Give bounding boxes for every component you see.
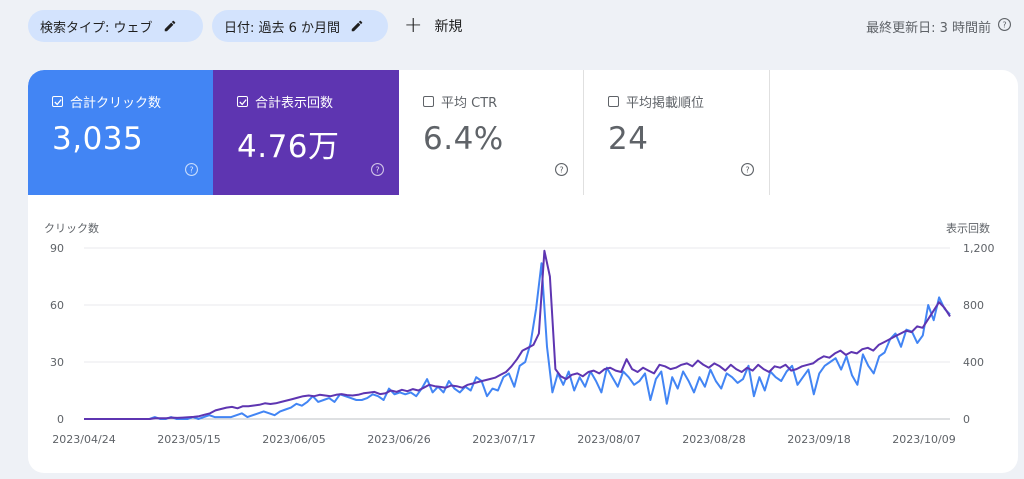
x-tick-label: 2023/04/24: [52, 433, 115, 446]
help-icon[interactable]: ?: [740, 162, 755, 181]
metric-label: 平均掲載順位: [626, 96, 705, 111]
left-tick-label: 0: [57, 413, 64, 426]
svg-text:?: ?: [189, 164, 193, 174]
last-updated: 最終更新日: 3 時間前 ?: [866, 17, 1012, 36]
help-icon[interactable]: ?: [554, 162, 569, 181]
right-tick-label: 1,200: [963, 242, 995, 255]
left-tick-label: 60: [50, 299, 64, 312]
checkbox-icon[interactable]: [237, 96, 248, 107]
metric-label: 平均 CTR: [441, 96, 498, 111]
x-tick-label: 2023/09/18: [787, 433, 850, 446]
metric-value: 3,035: [52, 121, 144, 157]
new-filter-button[interactable]: + 新規: [404, 10, 462, 42]
date-filter-label: 日付: 過去 6 か月間: [224, 20, 341, 36]
x-tick-label: 2023/08/07: [577, 433, 640, 446]
svg-text:?: ?: [745, 164, 749, 174]
metric-value: 24: [608, 121, 649, 157]
pencil-icon: [350, 19, 364, 33]
metric-average-ctr[interactable]: 平均 CTR 6.4% ?: [399, 70, 584, 195]
svg-text:?: ?: [1002, 19, 1006, 29]
metric-label: 合計クリック数: [70, 96, 162, 111]
svg-text:?: ?: [559, 164, 563, 174]
checkbox-icon[interactable]: [608, 96, 619, 107]
performance-chart: クリック数 表示回数 0 0 30 400 60 800 90 1,200 2023/04/24 20…: [28, 210, 1018, 473]
help-icon[interactable]: ?: [370, 162, 385, 181]
metric-total-impressions[interactable]: 合計表示回数 4.76万 ?: [213, 70, 399, 195]
date-filter-chip[interactable]: 日付: 過去 6 か月間: [212, 10, 388, 42]
x-tick-label: 2023/08/28: [682, 433, 745, 446]
performance-card: 合計クリック数 3,035 ? 合計表示回数 4.76万 ? 平均 CTR 6.…: [28, 70, 1018, 473]
left-tick-label: 30: [50, 356, 64, 369]
metric-label: 合計表示回数: [255, 96, 334, 111]
x-tick-label: 2023/10/09: [892, 433, 955, 446]
search-type-filter-chip[interactable]: 検索タイプ: ウェブ: [28, 10, 203, 42]
performance-chart-svg: クリック数 表示回数 0 0 30 400 60 800 90 1,200 2023/04/24 20…: [44, 221, 995, 446]
svg-text:?: ?: [375, 164, 379, 174]
x-tick-label: 2023/07/17: [472, 433, 535, 446]
last-updated-text: 最終更新日: 3 時間前: [866, 21, 991, 36]
new-filter-label: 新規: [434, 19, 463, 35]
right-tick-label: 400: [963, 356, 984, 369]
help-icon[interactable]: ?: [997, 17, 1012, 36]
help-icon[interactable]: ?: [184, 162, 199, 181]
checkbox-icon[interactable]: [423, 96, 434, 107]
metric-total-clicks[interactable]: 合計クリック数 3,035 ?: [28, 70, 213, 195]
impressions-series-line: [84, 249, 951, 420]
checkbox-icon[interactable]: [52, 96, 63, 107]
right-axis-title: 表示回数: [946, 221, 990, 235]
search-type-label: 検索タイプ: ウェブ: [40, 20, 153, 36]
metric-value: 6.4%: [423, 121, 504, 157]
x-tick-label: 2023/06/05: [262, 433, 325, 446]
plus-icon: +: [404, 13, 423, 38]
pencil-icon: [163, 19, 177, 33]
right-tick-label: 0: [963, 413, 970, 426]
metric-average-position[interactable]: 平均掲載順位 24 ?: [584, 70, 770, 195]
right-tick-label: 800: [963, 299, 984, 312]
x-tick-label: 2023/06/26: [367, 433, 430, 446]
clicks-series-line: [84, 262, 951, 420]
metric-value: 4.76万: [237, 129, 340, 165]
left-axis-title: クリック数: [44, 222, 99, 235]
left-tick-label: 90: [50, 242, 64, 255]
x-tick-label: 2023/05/15: [157, 433, 220, 446]
